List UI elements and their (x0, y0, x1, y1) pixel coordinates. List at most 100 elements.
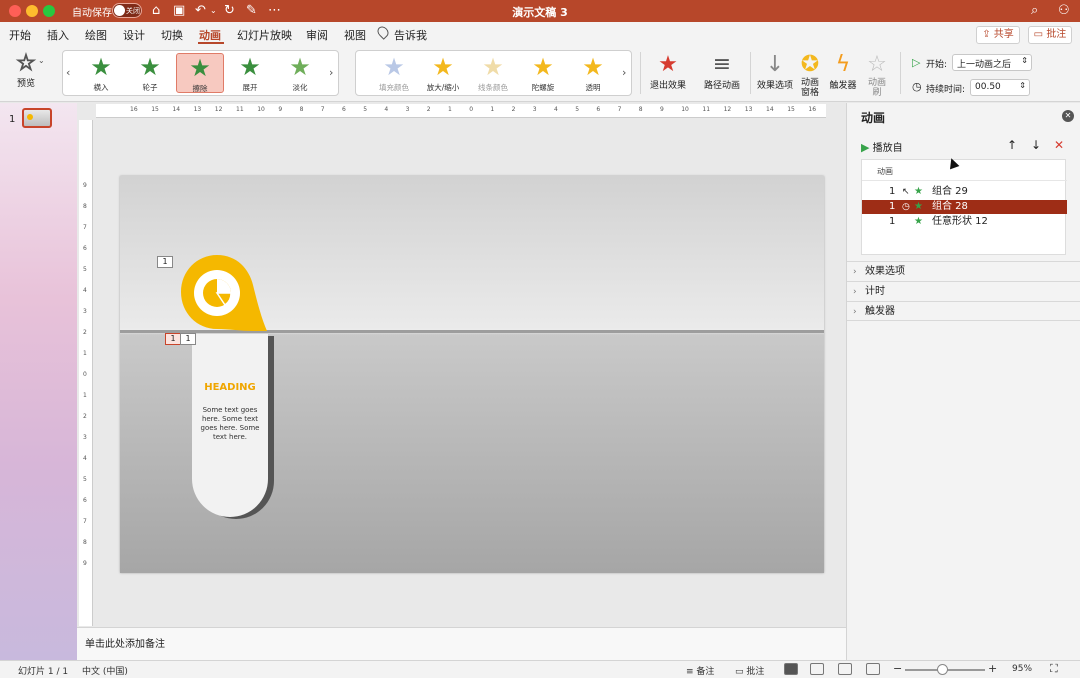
ruler-tick-label: 2 (83, 413, 87, 420)
animation-tag[interactable]: 1 (180, 333, 196, 345)
effect-expand[interactable]: ★ 展开 (226, 53, 274, 93)
effect-label: 放大/缩小 (426, 83, 460, 92)
section-effect-options[interactable]: › 效果选项 (847, 261, 1080, 281)
down-arrow-icon: ↓ (765, 52, 785, 77)
move-down-icon[interactable]: ↓ (1031, 138, 1041, 152)
effect-wheel[interactable]: ★ 轮子 (126, 53, 174, 93)
share-button[interactable]: ⇪ 共享 (976, 26, 1020, 44)
thumbnail-preview (27, 114, 33, 120)
start-select[interactable]: 上一动画之后 ⇕ (952, 54, 1032, 71)
notes-area[interactable]: 单击此处添加备注 (77, 627, 846, 660)
clock-icon: ◷ (912, 80, 922, 93)
animation-pane-button[interactable]: ✪ 动画 窗格 (796, 52, 824, 98)
close-icon[interactable]: ✕ (1062, 110, 1074, 122)
zoom-level[interactable]: 95% (1012, 664, 1032, 674)
ruler-tick-label: 0 (83, 371, 87, 378)
stepper-icon[interactable]: ⇕ (1019, 81, 1026, 90)
delete-icon[interactable]: ✕ (1054, 138, 1064, 152)
animation-item[interactable]: 1 ↖ ★ 组合 29 (862, 185, 1067, 199)
animation-tag[interactable]: 1 (157, 256, 173, 268)
pie-chart-icon[interactable] (181, 255, 267, 331)
trigger-button[interactable]: ϟ 触发器 (828, 52, 858, 91)
effect-fill-color[interactable]: ★ 填充颜色 (370, 53, 418, 93)
section-triggers[interactable]: › 触发器 (847, 301, 1080, 321)
tab-review[interactable]: 审阅 (306, 27, 328, 43)
tab-transitions[interactable]: 切换 (161, 27, 183, 43)
tab-insert[interactable]: 插入 (47, 27, 69, 43)
lightning-icon: ϟ (835, 52, 851, 77)
title-bar: 自动保存 关闭 ⌂ ▣ ↶ ⌄ ↻ ✎ ⋯ 演示文稿 3 ⌕ ⚇ (0, 0, 1080, 22)
path-animation-label: 路径动画 (703, 81, 740, 91)
notes-toggle[interactable]: ≡ 备注 (686, 664, 714, 677)
account-icon[interactable]: ⚇ (1058, 3, 1070, 19)
tab-design[interactable]: 设计 (123, 27, 145, 43)
animation-tag[interactable]: 1 (165, 333, 181, 345)
zoom-in-icon[interactable]: + (988, 662, 997, 675)
language-indicator[interactable]: 中文 (中国) (82, 664, 128, 677)
move-up-icon[interactable]: ↑ (1007, 138, 1017, 152)
slide-sorter-button[interactable] (810, 663, 824, 675)
search-icon[interactable]: ⌕ (1031, 3, 1038, 19)
star-icon: ★ (582, 53, 604, 81)
ruler-tick-label: 14 (766, 106, 774, 113)
tab-animations[interactable]: 动画 (199, 27, 221, 43)
path-animation-button[interactable]: ≡ 路径动画 (700, 52, 744, 91)
preview-label: 预览 (16, 79, 35, 89)
ruler-tick-label: 8 (83, 203, 87, 210)
horizontal-ruler[interactable]: 16 15 14 13 12 11 10 9 8 7 6 5 4 3 2 1 0 1 2 3 4 5 6 7 8 9 10 11 12 1… (96, 104, 826, 118)
slide-canvas[interactable]: HEADING Some text goes here. Some text g… (120, 176, 824, 573)
animation-painter-button[interactable]: ☆ 动画 刷 (862, 52, 892, 98)
normal-view-button[interactable] (784, 663, 798, 675)
reading-view-button[interactable] (838, 663, 852, 675)
effect-wipe[interactable]: ★ 擦除 (176, 53, 224, 93)
animation-item-selected[interactable]: 1 ◷ ★ 组合 28 (862, 200, 1067, 214)
effect-transparency[interactable]: ★ 透明 (569, 53, 617, 93)
ruler-tick-label: 6 (596, 106, 601, 113)
gallery-scroll-left-icon[interactable]: ‹ (66, 66, 70, 79)
comments-button[interactable]: ▭ 批注 (1028, 26, 1072, 44)
chevron-right-icon: › (853, 287, 857, 297)
tab-view[interactable]: 视图 (344, 27, 366, 43)
ruler-tick-label: 1 (448, 106, 452, 113)
zoom-slider-handle[interactable] (937, 664, 948, 675)
green-star-icon: ★ (914, 201, 923, 212)
animation-order: 1 (889, 201, 896, 212)
animation-item[interactable]: 1 ★ 任意形状 12 (862, 215, 1067, 229)
play-from-button[interactable]: ▶ 播放自 (861, 139, 903, 154)
zoom-out-icon[interactable]: − (893, 662, 902, 675)
entrance-effects-gallery: ‹ ★ 横入 ★ 轮子 ★ 擦除 ★ 展开 ★ 淡化 › (62, 50, 339, 96)
duration-input[interactable]: 00.50 ⇕ (970, 79, 1030, 96)
preview-dropdown-icon[interactable]: ⌄ (38, 56, 45, 65)
exit-effects-button[interactable]: ★ 退出效果 (648, 52, 688, 91)
comments-label: 批注 (1046, 29, 1067, 40)
ruler-tick-label: 8 (638, 106, 643, 113)
gallery-scroll-right-icon[interactable]: › (622, 66, 626, 79)
tab-slideshow[interactable]: 幻灯片放映 (237, 27, 292, 43)
effect-grow-shrink[interactable]: ★ 放大/缩小 (419, 53, 467, 93)
tab-tell-me[interactable]: 告诉我 (394, 27, 427, 43)
ribbon-tabs: 开始 插入 绘图 设计 切换 动画 幻灯片放映 审阅 视图 告诉我 (0, 22, 1080, 44)
ruler-tick-label: 5 (363, 106, 368, 113)
effect-fly-in[interactable]: ★ 横入 (77, 53, 125, 93)
ruler-tick-label: 3 (83, 434, 87, 441)
ruler-tick-label: 8 (83, 539, 87, 546)
effect-options-button[interactable]: ↓ 效果选项 (755, 52, 795, 91)
effect-line-color[interactable]: ★ 线条颜色 (469, 53, 517, 93)
fit-to-window-icon[interactable]: ⛶ (1050, 662, 1058, 676)
vertical-ruler[interactable]: 9 8 7 6 5 4 3 2 1 0 1 2 3 4 5 6 7 8 9 (79, 120, 93, 626)
slide-thumbnail[interactable] (22, 108, 52, 128)
slideshow-button[interactable] (866, 663, 880, 675)
ruler-tick-label: 2 (83, 329, 87, 336)
animation-pane-icon: ✪ (800, 52, 820, 77)
pane-title: 动画 (861, 111, 886, 125)
gallery-scroll-right-icon[interactable]: › (329, 66, 333, 79)
comments-toggle[interactable]: ▭ 批注 (735, 664, 764, 677)
tab-home[interactable]: 开始 (9, 27, 31, 43)
effect-spin[interactable]: ★ 陀螺旋 (519, 53, 567, 93)
effect-fade[interactable]: ★ 淡化 (276, 53, 324, 93)
card-body-text[interactable]: Some text goes here. Some text goes here… (194, 406, 266, 442)
star-icon: ★ (383, 53, 405, 81)
card-heading[interactable]: HEADING (192, 382, 268, 393)
tab-draw[interactable]: 绘图 (85, 27, 107, 43)
section-timing[interactable]: › 计时 (847, 281, 1080, 301)
